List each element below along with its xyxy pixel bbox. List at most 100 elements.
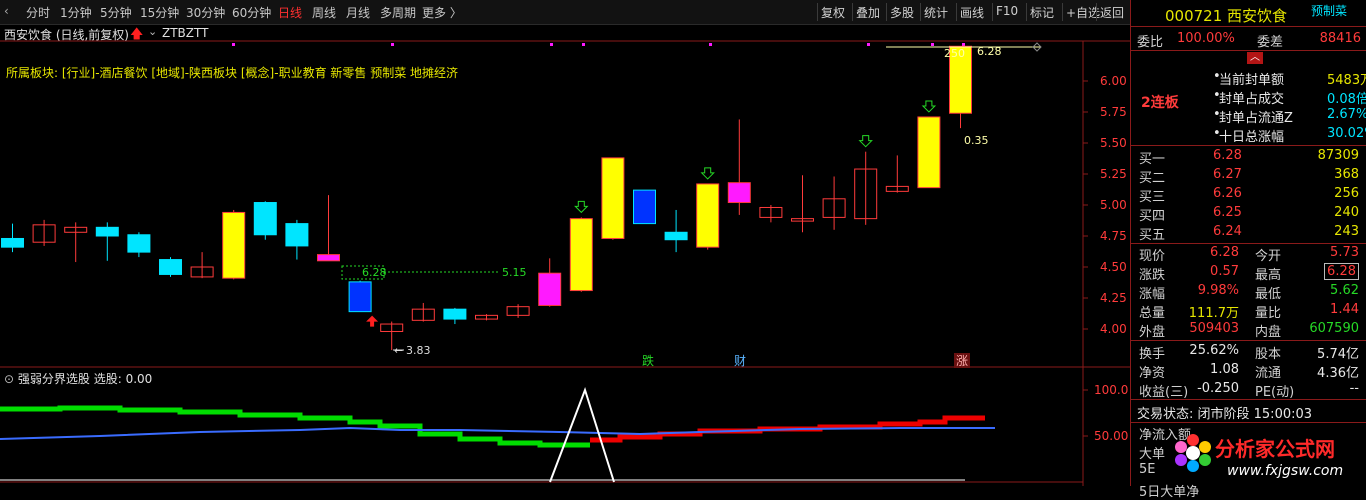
period-tab-10[interactable]: 更多 〉: [422, 4, 462, 21]
quote-value: 9.98%: [1197, 283, 1239, 298]
weicha-value: 88416: [1319, 31, 1361, 46]
fin-value: --: [1349, 381, 1359, 396]
collapse-icon[interactable]: ⊙: [4, 372, 14, 386]
tool-button-6[interactable]: 标记: [1030, 4, 1054, 21]
candle-body: [917, 116, 941, 189]
tool-button-5[interactable]: F10: [996, 4, 1018, 18]
fin-label: 净资: [1139, 366, 1166, 381]
candle-body: [95, 226, 119, 237]
toolbar-separator: [920, 3, 921, 21]
up-arrow-icon[interactable]: 🡅: [130, 25, 143, 47]
quote-label: 量比: [1255, 306, 1282, 321]
candle-body: [348, 281, 372, 313]
collapse-up-icon[interactable]: ︿: [1247, 52, 1263, 64]
indicator-panel-name[interactable]: 强弱分界选股: [18, 372, 90, 386]
tool-button-3[interactable]: 统计: [924, 4, 948, 21]
high-label-b: 6.28: [977, 45, 1002, 58]
period-tab-7[interactable]: 周线: [312, 4, 336, 21]
buy-price: 6.25: [1213, 205, 1242, 220]
top-marker: [391, 43, 394, 46]
candle-body: [727, 182, 751, 204]
event-marker: 财: [734, 354, 746, 368]
down-arrow-icon: [574, 200, 589, 214]
period-tab-6[interactable]: 日线: [278, 4, 302, 21]
indicator-dropdown-icon[interactable]: ⌄: [148, 25, 157, 38]
fin-value: 1.08: [1210, 362, 1239, 377]
seal-value: 2.67%: [1327, 107, 1366, 122]
event-marker: 涨: [956, 353, 968, 368]
period-tab-3[interactable]: 15分钟: [140, 4, 179, 21]
quote-value: 5.62: [1330, 283, 1359, 298]
quote-label: 最低: [1255, 287, 1282, 302]
candle-body: [569, 218, 593, 292]
period-tab-9[interactable]: 多周期: [380, 4, 416, 21]
tool-button-2[interactable]: 多股: [890, 4, 914, 21]
y-axis-label: 4.25: [1100, 291, 1127, 305]
toolbar-separator: [817, 3, 818, 21]
divider: [1131, 399, 1366, 400]
period-toolbar: ‹ 分时 1分钟 5分钟 15分钟 30分钟 60分钟 日线 周线 月线 多周期 更多 〉 复权 叠加…: [0, 0, 1130, 25]
y-axis-label: 5.50: [1100, 136, 1127, 150]
high-label-a: 250: [944, 47, 965, 60]
concept-tag[interactable]: 预制菜: [1311, 2, 1347, 19]
buy-level-label: 买三: [1139, 190, 1166, 205]
tool-button-8[interactable]: 返回: [1100, 4, 1124, 21]
indicator-panel-title: ⊙ 强弱分界选股 选股: 0.00: [4, 370, 152, 387]
quote-label: 外盘: [1139, 325, 1166, 340]
quote-label: 涨跌: [1139, 268, 1166, 283]
watermark-text: 分析家公式网: [1215, 437, 1335, 461]
top-marker: [582, 43, 585, 46]
down-arrow-icon: [921, 100, 937, 113]
toolbar-separator: [956, 3, 957, 21]
fin-value: -0.250: [1197, 381, 1239, 396]
kline-chart-svg[interactable]: 6.00 5.75 5.50 5.25 5.00 4.75 4.50 4.25 4.00 100.…: [0, 24, 1130, 486]
divider: [1131, 243, 1366, 244]
seal-label: 十日总涨幅: [1219, 130, 1285, 145]
buy-price: 6.24: [1213, 224, 1242, 239]
top-marker: [232, 43, 235, 46]
seal-label: 封单占成交: [1219, 92, 1285, 107]
period-tab-0[interactable]: 分时: [26, 4, 50, 21]
period-tab-5[interactable]: 60分钟: [232, 4, 271, 21]
period-tab-2[interactable]: 5分钟: [100, 4, 132, 21]
indicator-name[interactable]: ZTBZTT: [162, 26, 208, 40]
top-marker: [867, 43, 870, 46]
weicha-label: 委差: [1257, 35, 1284, 50]
seal-value: 30.02%: [1327, 126, 1366, 141]
quote-label: 总量: [1139, 306, 1166, 321]
candle-body: [159, 259, 182, 275]
divider: [1131, 340, 1366, 341]
quote-value: 0.57: [1210, 264, 1239, 279]
candle-body: [253, 202, 277, 236]
weibi-label: 委比: [1137, 35, 1164, 50]
period-tab-8[interactable]: 月线: [346, 4, 370, 21]
candle-body: [538, 272, 562, 306]
lianban-badge: 2连板: [1141, 95, 1179, 111]
buy-volume: 368: [1334, 167, 1359, 182]
top-marker: [931, 43, 934, 46]
tool-button-1[interactable]: 叠加: [856, 4, 880, 21]
candle-body: [696, 183, 720, 248]
capital-flow-label: 5E: [1139, 462, 1156, 477]
white-spike-line: [549, 386, 615, 483]
candle-body: [317, 254, 340, 262]
tool-button-0[interactable]: 复权: [821, 4, 845, 21]
kline-chart-area[interactable]: 6.00 5.75 5.50 5.25 5.00 4.75 4.50 4.25 4.00 100.…: [0, 24, 1130, 486]
back-arrow-icon[interactable]: ‹: [4, 4, 9, 18]
candle-body: [1, 237, 24, 248]
fin-value: 5.74亿: [1317, 347, 1359, 362]
watermark: 分析家公式网 www.fxjgsw.com: [1171, 425, 1366, 486]
tool-button-4[interactable]: 画线: [960, 4, 984, 21]
toolbar-separator: [852, 3, 853, 21]
buy-price: 6.28: [1213, 148, 1242, 163]
top-marker: [962, 43, 965, 46]
buy-level-label: 买四: [1139, 209, 1166, 224]
down-arrow-icon: [858, 135, 873, 148]
quote-panel: 000721 西安饮食 预制菜 委比 100.00% 委差 88416 ︿ 2连…: [1130, 0, 1366, 500]
candle-body: [285, 223, 309, 247]
period-tab-4[interactable]: 30分钟: [186, 4, 225, 21]
seal-label: 当前封单额: [1219, 73, 1285, 88]
tool-button-7[interactable]: +自选: [1066, 4, 1100, 21]
period-tab-1[interactable]: 1分钟: [60, 4, 92, 21]
chart-title: 西安饮食 (日线,前复权): [4, 28, 129, 42]
